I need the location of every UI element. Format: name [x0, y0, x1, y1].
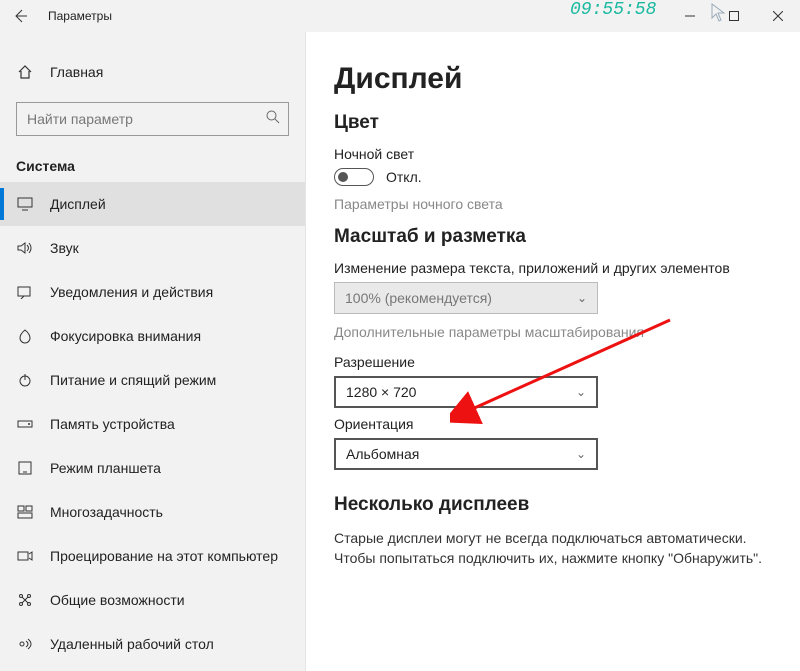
sidebar-item-label: Звук — [50, 240, 79, 256]
multiple-displays-text: Старые дисплеи могут не всегда подключат… — [334, 528, 772, 569]
home-label: Главная — [50, 64, 103, 80]
page-title: Дисплей — [334, 62, 772, 96]
scale-label: Изменение размера текста, приложений и д… — [334, 260, 772, 276]
home-icon — [16, 64, 34, 80]
sidebar-item-label: Общие возможности — [50, 592, 185, 608]
sidebar-item-storage[interactable]: Память устройства — [0, 402, 305, 446]
resolution-label: Разрешение — [334, 354, 772, 370]
minimize-button[interactable] — [668, 0, 712, 32]
shared-icon — [16, 592, 34, 608]
sidebar-item-label: Уведомления и действия — [50, 284, 213, 300]
sidebar-item-label: Фокусировка внимания — [50, 328, 201, 344]
sidebar-item-label: Удаленный рабочий стол — [50, 636, 214, 652]
tablet-icon — [16, 461, 34, 475]
window-controls — [668, 0, 800, 32]
minimize-icon — [685, 11, 695, 21]
sidebar-item-notifications[interactable]: Уведомления и действия — [0, 270, 305, 314]
night-light-label: Ночной свет — [334, 146, 772, 162]
remote-icon — [16, 636, 34, 652]
multitask-icon — [16, 505, 34, 519]
sidebar-item-projecting[interactable]: Проецирование на этот компьютер — [0, 534, 305, 578]
sidebar: Главная Система Дисплей Звук Уведомления… — [0, 32, 306, 671]
maximize-button[interactable] — [712, 0, 756, 32]
sidebar-item-label: Дисплей — [50, 196, 106, 212]
section-multiple-displays: Несколько дисплеев — [334, 494, 772, 516]
arrow-left-icon — [12, 8, 28, 24]
close-button[interactable] — [756, 0, 800, 32]
chevron-down-icon: ⌄ — [576, 447, 586, 461]
sidebar-item-label: Режим планшета — [50, 460, 161, 476]
focus-icon — [16, 328, 34, 344]
search-input[interactable] — [16, 102, 289, 136]
sound-icon — [16, 241, 34, 255]
sidebar-item-focus[interactable]: Фокусировка внимания — [0, 314, 305, 358]
resolution-dropdown[interactable]: 1280 × 720 ⌄ — [334, 376, 598, 408]
scale-dropdown[interactable]: 100% (рекомендуется) ⌄ — [334, 282, 598, 314]
sidebar-item-label: Проецирование на этот компьютер — [50, 548, 278, 564]
advanced-scaling-link[interactable]: Дополнительные параметры масштабирования — [334, 324, 772, 340]
sidebar-item-label: Питание и спящий режим — [50, 372, 216, 388]
scale-value: 100% (рекомендуется) — [345, 290, 492, 306]
night-light-toggle[interactable] — [334, 168, 374, 186]
display-icon — [16, 197, 34, 211]
power-icon — [16, 372, 34, 388]
sidebar-item-label: Память устройства — [50, 416, 175, 432]
night-light-state: Откл. — [386, 169, 422, 185]
sidebar-item-tablet[interactable]: Режим планшета — [0, 446, 305, 490]
section-color: Цвет — [334, 112, 772, 134]
sidebar-item-shared[interactable]: Общие возможности — [0, 578, 305, 622]
orientation-value: Альбомная — [346, 446, 419, 462]
orientation-label: Ориентация — [334, 416, 772, 432]
search-icon — [265, 109, 281, 125]
sidebar-item-remote[interactable]: Удаленный рабочий стол — [0, 622, 305, 666]
notifications-icon — [16, 285, 34, 299]
resolution-value: 1280 × 720 — [346, 384, 416, 400]
sidebar-item-power[interactable]: Питание и спящий режим — [0, 358, 305, 402]
sidebar-item-display[interactable]: Дисплей — [0, 182, 305, 226]
sidebar-item-label: Многозадачность — [50, 504, 163, 520]
titlebar: Параметры 09:55:58 — [0, 0, 800, 32]
close-icon — [773, 11, 783, 21]
maximize-icon — [729, 11, 739, 21]
orientation-dropdown[interactable]: Альбомная ⌄ — [334, 438, 598, 470]
group-header: Система — [0, 146, 305, 182]
back-button[interactable] — [0, 0, 40, 32]
section-scale: Масштаб и разметка — [334, 226, 772, 248]
chevron-down-icon: ⌄ — [577, 291, 587, 305]
sidebar-item-multitask[interactable]: Многозадачность — [0, 490, 305, 534]
clock-overlay: 09:55:58 — [570, 0, 656, 20]
projecting-icon — [16, 549, 34, 563]
storage-icon — [16, 418, 34, 430]
home-button[interactable]: Главная — [0, 50, 305, 94]
window-title: Параметры — [48, 9, 112, 23]
sidebar-item-sound[interactable]: Звук — [0, 226, 305, 270]
chevron-down-icon: ⌄ — [576, 385, 586, 399]
night-light-settings-link[interactable]: Параметры ночного света — [334, 196, 772, 212]
search-box[interactable] — [16, 102, 289, 136]
content-pane: Дисплей Цвет Ночной свет Откл. Параметры… — [306, 32, 800, 671]
